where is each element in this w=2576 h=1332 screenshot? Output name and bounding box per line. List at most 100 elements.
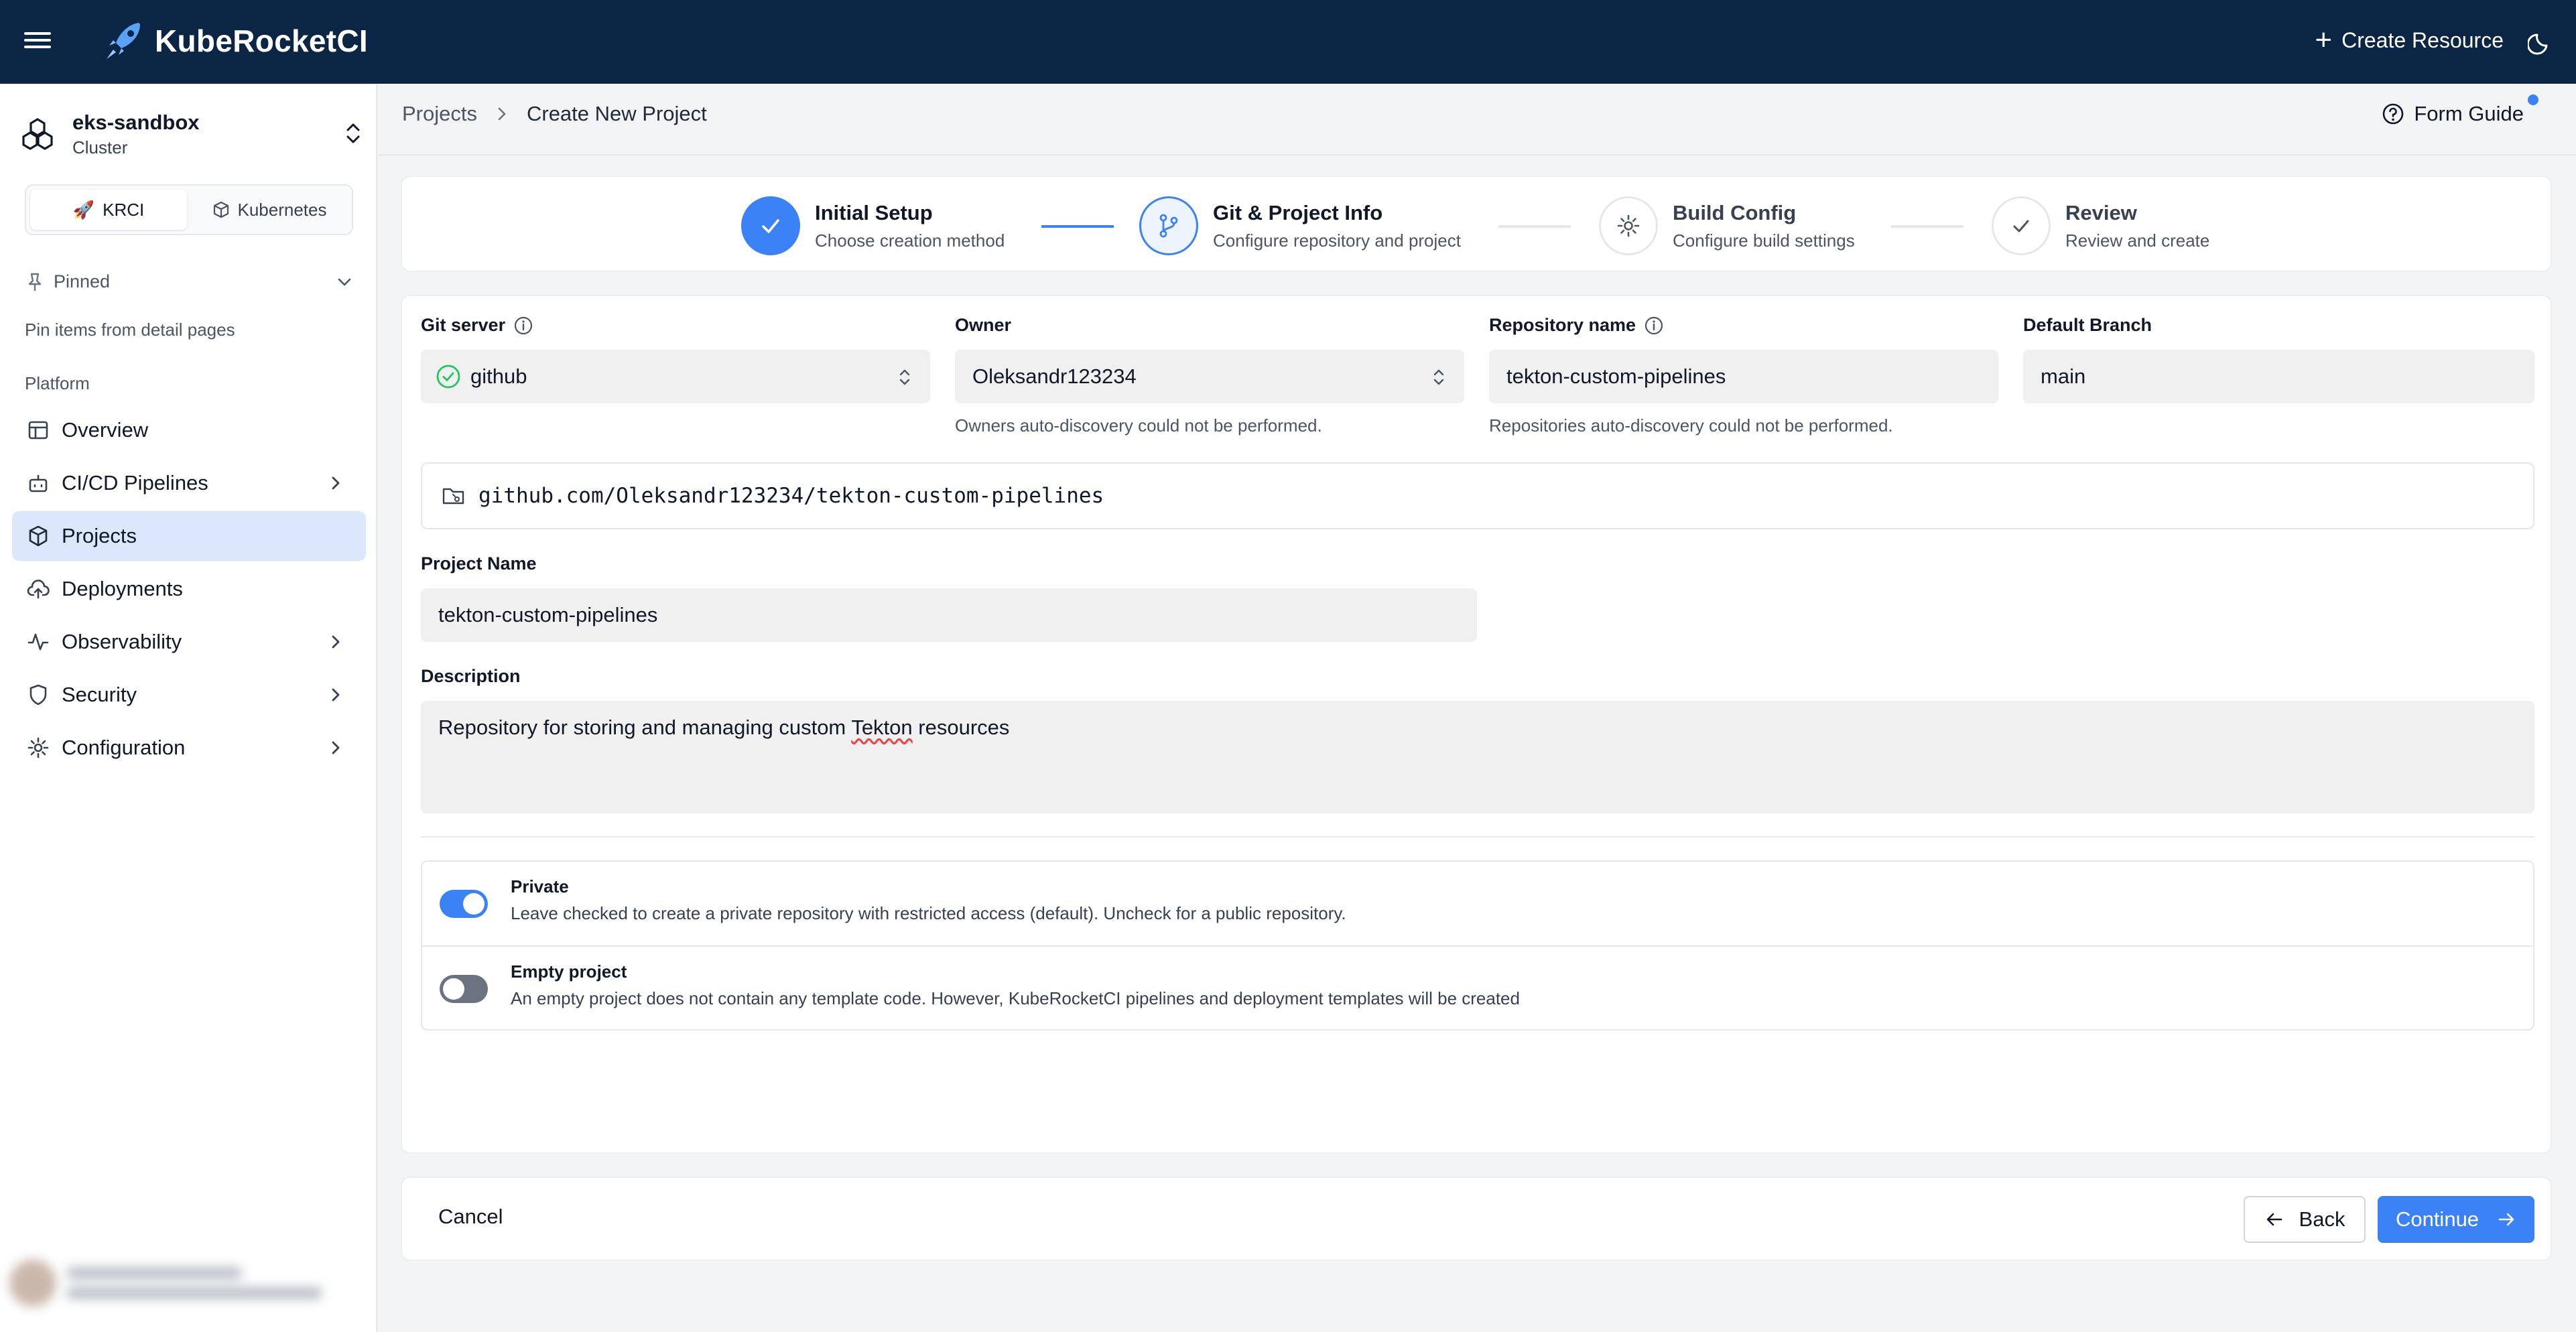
check-icon (741, 196, 800, 255)
step-git-project-info[interactable]: Git & Project Info Configure repository … (1139, 196, 1461, 255)
table-layout-icon (28, 421, 48, 440)
sidebar: eks-sandbox Cluster 🚀 KRCI Kubernetes Pi… (0, 84, 377, 1332)
step-build-config[interactable]: Build Config Configure build settings (1599, 196, 1855, 255)
form-guide-button[interactable]: Form Guide (2382, 102, 2524, 126)
kubernetes-mode-label: Kubernetes (237, 199, 327, 220)
back-button[interactable]: Back (2244, 1196, 2366, 1243)
empty-project-label: Empty project (511, 961, 627, 982)
info-icon[interactable] (513, 316, 533, 336)
create-resource-label: Create Resource (2341, 27, 2504, 52)
pinned-hint: Pin items from detail pages (25, 320, 235, 340)
sidebar-item-overview[interactable]: Overview (12, 405, 366, 455)
hamburger-icon[interactable] (24, 28, 51, 55)
private-toggle[interactable] (440, 890, 488, 918)
sidebar-item-label: Configuration (62, 736, 186, 759)
create-resource-button[interactable]: + Create Resource (2315, 25, 2504, 55)
wizard-footer: Cancel Back Continue (401, 1177, 2552, 1261)
rocket-icon: 🚀 (72, 199, 95, 220)
chevron-up-down-icon (346, 123, 360, 143)
sidebar-item-ci-cd-pipelines[interactable]: CI/CD Pipelines (12, 458, 366, 508)
back-label: Back (2299, 1207, 2345, 1231)
empty-project-toggle[interactable] (440, 975, 488, 1003)
user-profile-blurred[interactable] (9, 1253, 365, 1313)
repository-name-label-text: Repository name (1489, 315, 1636, 335)
chevron-right-icon (332, 741, 340, 754)
repository-url: github.com/Oleksandr123234/tekton-custom… (478, 484, 1104, 508)
breadcrumb: Projects Create New Project (402, 102, 707, 126)
wizard-stepper: Initial Setup Choose creation method Git… (401, 176, 2552, 272)
step-title: Review (2065, 200, 2137, 224)
repository-name-input[interactable]: tekton-custom-pipelines (1489, 350, 1998, 403)
pinned-section-toggle[interactable]: Pinned (25, 271, 354, 292)
cluster-name: eks-sandbox (72, 110, 200, 134)
private-label: Private (511, 876, 569, 896)
default-branch-input[interactable]: main (2023, 350, 2534, 403)
breadcrumb-projects-link[interactable]: Projects (402, 102, 477, 126)
shield-icon (29, 684, 47, 706)
private-option: Private Leave checked to create a privat… (422, 862, 2533, 945)
description-label: Description (421, 666, 521, 686)
avatar (9, 1260, 56, 1307)
plus-icon: + (2315, 23, 2333, 56)
cancel-button[interactable]: Cancel (438, 1205, 503, 1229)
empty-project-option: Empty project An empty project does not … (422, 945, 2533, 1029)
krci-mode-button[interactable]: 🚀 KRCI (30, 190, 187, 230)
step-connector (1041, 225, 1114, 228)
rocket-logo-icon (107, 23, 140, 59)
default-branch-label: Default Branch (2023, 315, 2152, 335)
step-subtitle: Configure build settings (1673, 230, 1855, 251)
sidebar-item-security[interactable]: Security (12, 670, 366, 720)
form-divider (421, 836, 2534, 838)
step-review[interactable]: Review Review and create (1992, 196, 2209, 255)
cloud-upload-icon (27, 580, 50, 599)
check-icon (1992, 196, 2051, 255)
step-connector (1891, 225, 1963, 228)
box-icon (29, 525, 48, 547)
sidebar-item-observability[interactable]: Observability (12, 617, 366, 667)
chevron-up-down-icon (1433, 369, 1444, 385)
check-circle-icon (436, 364, 460, 389)
sidebar-item-deployments[interactable]: Deployments (12, 564, 366, 614)
sidebar-item-label: Observability (62, 630, 182, 653)
top-bar: KubeRocketCI + Create Resource (0, 0, 2576, 84)
repository-name-label: Repository name (1489, 315, 1664, 336)
sidebar-item-label: Projects (62, 524, 137, 547)
cluster-type: Cluster (72, 137, 128, 157)
pinned-label: Pinned (54, 271, 111, 291)
cluster-icon (22, 118, 53, 150)
repository-name-hint: Repositories auto-discovery could not be… (1489, 415, 1893, 436)
app-logo[interactable]: KubeRocketCI (104, 20, 368, 62)
owner-label: Owner (955, 315, 1012, 335)
arrow-left-icon (2266, 1213, 2282, 1226)
step-title: Initial Setup (815, 200, 933, 224)
bot-icon (29, 474, 48, 492)
header-divider (379, 154, 2576, 155)
repository-url-preview: github.com/Oleksandr123234/tekton-custom… (421, 462, 2534, 529)
chevron-right-icon (498, 107, 506, 121)
cluster-selector[interactable]: eks-sandbox Cluster (19, 104, 367, 164)
info-icon[interactable] (1644, 316, 1664, 336)
sidebar-item-label: Deployments (62, 577, 183, 600)
git-server-select[interactable]: github (421, 350, 930, 403)
step-connector (1498, 225, 1571, 228)
owner-select[interactable]: Oleksandr123234 (955, 350, 1464, 403)
description-textarea[interactable]: Repository for storing and managing cust… (421, 701, 2534, 813)
platform-section-label: Platform (25, 373, 90, 393)
kubernetes-mode-button[interactable]: Kubernetes (191, 190, 348, 230)
moon-icon[interactable] (2528, 28, 2555, 55)
continue-button[interactable]: Continue (2378, 1196, 2534, 1243)
step-initial-setup[interactable]: Initial Setup Choose creation method (741, 196, 1005, 255)
owner-hint: Owners auto-discovery could not be perfo… (955, 415, 1322, 436)
activity-icon (27, 633, 49, 651)
repository-options: Private Leave checked to create a privat… (421, 860, 2534, 1030)
sidebar-item-projects[interactable]: Projects (12, 511, 366, 561)
step-subtitle: Choose creation method (815, 230, 1005, 251)
empty-project-description: An empty project does not contain any te… (511, 988, 1520, 1008)
cube-icon (213, 201, 229, 218)
chevron-right-icon (332, 476, 340, 490)
git-server-label: Git server (421, 315, 533, 336)
sidebar-item-configuration[interactable]: Configuration (12, 723, 366, 773)
project-name-input[interactable]: tekton-custom-pipelines (421, 588, 1477, 642)
pin-icon (28, 273, 42, 291)
krci-mode-label: KRCI (103, 199, 145, 220)
